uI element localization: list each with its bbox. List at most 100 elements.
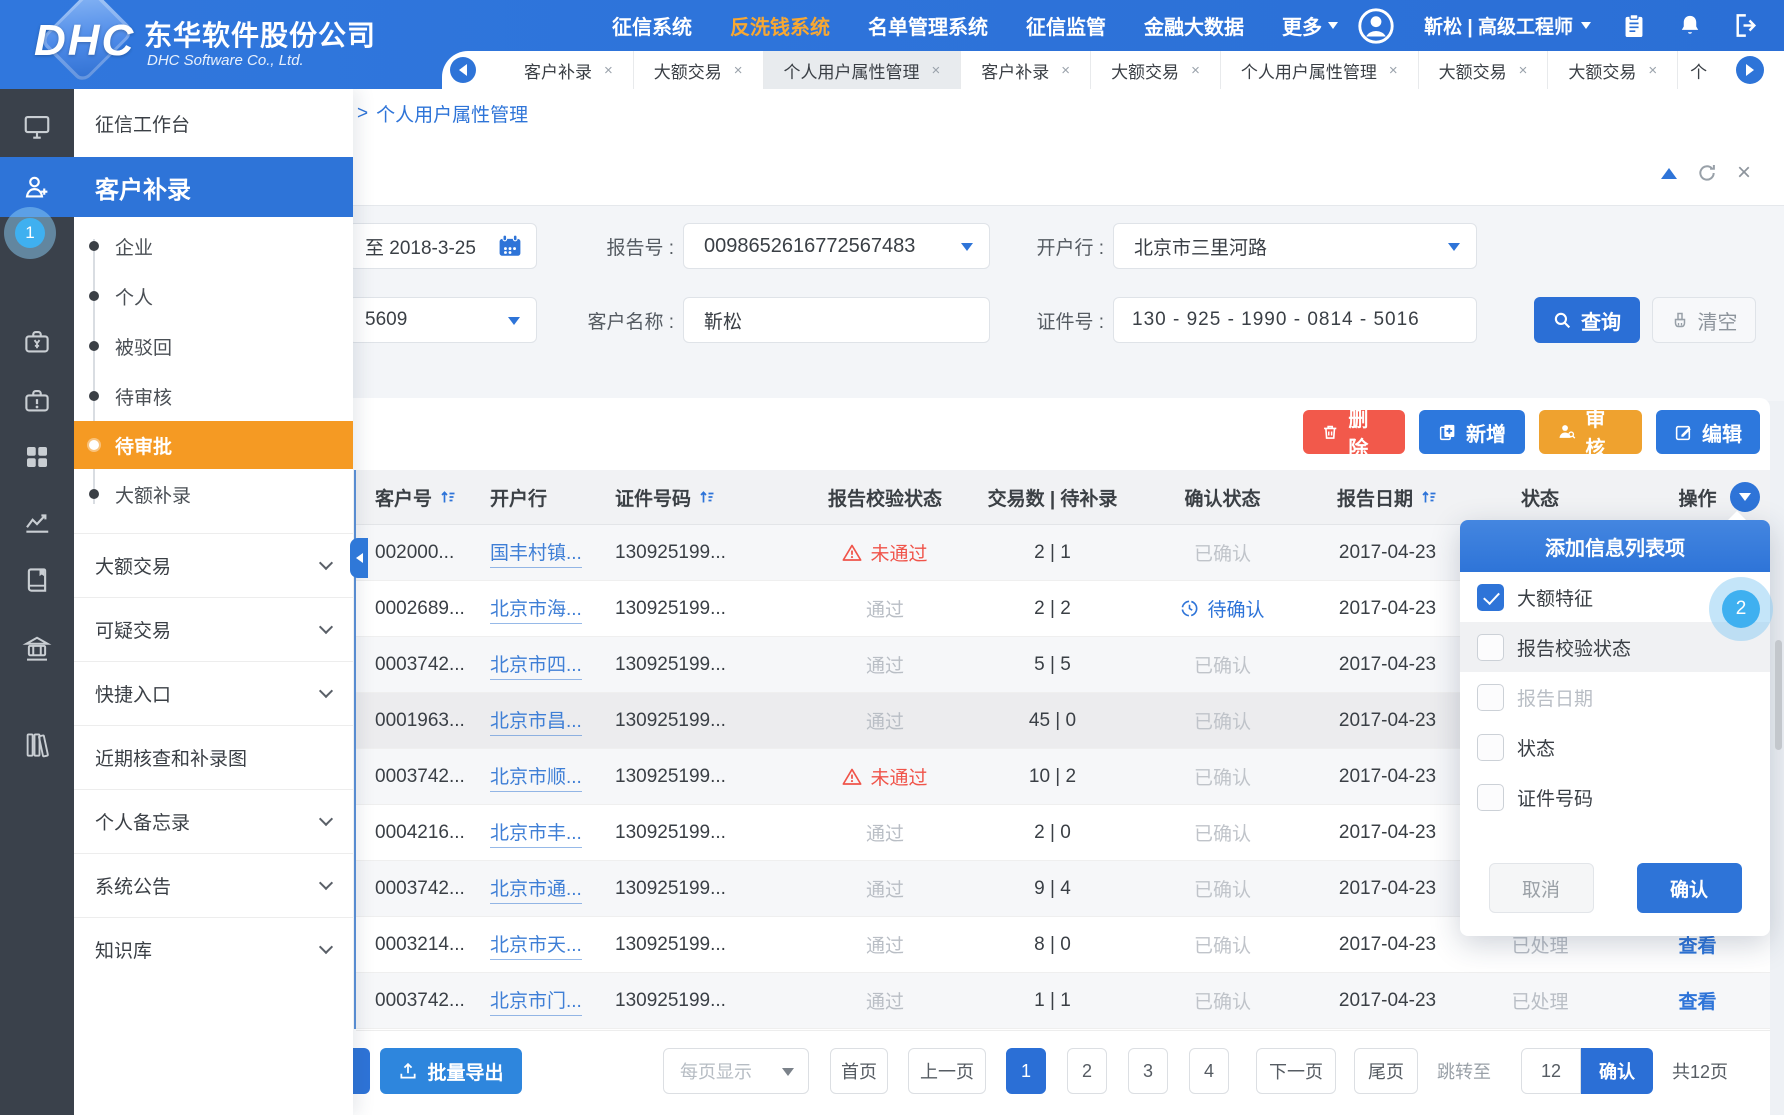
col-id-no[interactable]: 证件号码 bbox=[615, 484, 790, 511]
menu-item-workbench[interactable]: 征信工作台 bbox=[74, 89, 353, 157]
bank-link[interactable]: 北京市天... bbox=[490, 930, 582, 960]
refresh-icon[interactable] bbox=[1697, 163, 1717, 183]
col-status[interactable]: 状态 bbox=[1455, 484, 1625, 511]
menu-section[interactable]: 可疑交易 bbox=[74, 597, 353, 661]
menu-section[interactable]: 近期核查和补录图 bbox=[74, 725, 353, 789]
checkbox[interactable] bbox=[1477, 684, 1504, 711]
column-option[interactable]: 报告日期 bbox=[1460, 672, 1770, 722]
bank-link[interactable]: 国丰村镇... bbox=[490, 538, 582, 568]
close-icon[interactable]: × bbox=[1519, 62, 1528, 79]
col-bank[interactable]: 开户行 bbox=[490, 484, 615, 511]
query-button[interactable]: 查询 bbox=[1534, 297, 1640, 343]
column-option[interactable]: 状态 bbox=[1460, 722, 1770, 772]
books-icon[interactable] bbox=[22, 730, 52, 760]
bank-link[interactable]: 北京市海... bbox=[490, 594, 582, 624]
sort-icon[interactable] bbox=[1420, 488, 1438, 506]
document-tab[interactable]: 大额交易 × bbox=[634, 51, 764, 89]
close-icon[interactable]: × bbox=[932, 62, 941, 79]
view-link[interactable]: 查看 bbox=[1678, 987, 1716, 1014]
bank-link[interactable]: 北京市丰... bbox=[490, 818, 582, 848]
last-page-button[interactable]: 尾页 bbox=[1354, 1048, 1418, 1094]
checkbox[interactable] bbox=[1477, 634, 1504, 661]
close-icon[interactable]: × bbox=[604, 62, 613, 79]
col-customer-no[interactable]: 客户号 bbox=[356, 484, 490, 511]
user-menu[interactable]: 靳松 | 高级工程师 bbox=[1424, 12, 1591, 39]
sort-icon[interactable] bbox=[698, 488, 716, 506]
close-panel-icon[interactable]: × bbox=[1737, 163, 1751, 183]
collapse-panel-icon[interactable] bbox=[1661, 168, 1677, 179]
bank-link[interactable]: 北京市通... bbox=[490, 874, 582, 904]
tab-scroll-right-button[interactable] bbox=[1736, 56, 1764, 84]
person-add-icon[interactable] bbox=[22, 172, 52, 202]
document-tab[interactable]: 个人用户属性管理 × bbox=[764, 51, 962, 89]
bank-link[interactable]: 北京市门... bbox=[490, 986, 582, 1016]
bank-icon[interactable] bbox=[22, 634, 52, 664]
col-action[interactable]: 操作 bbox=[1625, 484, 1770, 511]
menu-sub-item[interactable]: 企业 bbox=[74, 221, 353, 271]
menu-section[interactable]: 大额交易 bbox=[74, 533, 353, 597]
add-button[interactable]: 新增 bbox=[1419, 410, 1525, 454]
close-icon[interactable]: × bbox=[1191, 62, 1200, 79]
menu-group-customer-supplement[interactable]: 客户补录 bbox=[74, 157, 353, 217]
page-number-button[interactable]: 4 bbox=[1189, 1048, 1229, 1094]
document-tab[interactable]: 大额交易 × bbox=[1548, 51, 1678, 89]
delete-button[interactable]: 删除 bbox=[1303, 410, 1405, 454]
bank-select[interactable]: 北京市三里河路 bbox=[1113, 223, 1477, 269]
jump-confirm-button[interactable]: 确认 bbox=[1581, 1048, 1653, 1094]
tab-scroll-left-button[interactable] bbox=[450, 57, 476, 83]
id-no-field[interactable]: 130 - 925 - 1990 - 0814 - 5016 bbox=[1113, 297, 1477, 343]
clear-button[interactable]: 清空 bbox=[1652, 297, 1756, 343]
next-page-button[interactable]: 下一页 bbox=[1256, 1048, 1336, 1094]
close-icon[interactable]: × bbox=[1389, 62, 1398, 79]
top-nav-item[interactable]: 征信监管 bbox=[1026, 11, 1106, 40]
col-check-status[interactable]: 报告校验状态 bbox=[790, 484, 980, 511]
bank-link[interactable]: 北京市昌... bbox=[490, 706, 582, 736]
batch-export-button[interactable]: 批量导出 bbox=[380, 1048, 522, 1094]
document-tab[interactable]: 个人用户属性管理 × bbox=[1221, 51, 1419, 89]
column-option[interactable]: 证件号码 bbox=[1460, 772, 1770, 822]
scrollbar-thumb[interactable] bbox=[1775, 640, 1782, 750]
page-number-button[interactable]: 1 bbox=[1006, 1048, 1046, 1094]
document-tab[interactable]: 大额交易 × bbox=[1091, 51, 1221, 89]
document-tab[interactable]: 大额交易 × bbox=[1419, 51, 1549, 89]
document-tab[interactable]: 客户补录 × bbox=[504, 51, 634, 89]
page-number-button[interactable]: 2 bbox=[1067, 1048, 1107, 1094]
menu-sub-item[interactable]: 待审核 bbox=[74, 371, 353, 421]
prev-page-button[interactable]: 上一页 bbox=[908, 1048, 986, 1094]
checkbox[interactable] bbox=[1477, 734, 1504, 761]
menu-sub-item[interactable]: 大额补录 bbox=[74, 469, 353, 519]
column-settings-button[interactable] bbox=[1730, 482, 1760, 512]
logout-icon[interactable] bbox=[1733, 12, 1760, 39]
sort-icon[interactable] bbox=[439, 488, 457, 506]
audit-button[interactable]: 审核 bbox=[1539, 410, 1642, 454]
menu-sub-item[interactable]: 被驳回 bbox=[74, 321, 353, 371]
calendar-icon[interactable] bbox=[497, 233, 523, 259]
bank-link[interactable]: 北京市顺... bbox=[490, 762, 582, 792]
clipboard-icon[interactable] bbox=[1621, 13, 1647, 39]
menu-section[interactable]: 个人备忘录 bbox=[74, 789, 353, 853]
bell-icon[interactable] bbox=[1677, 13, 1703, 39]
table-row[interactable]: 0003742... 北京市门... 130925199... 通过 1 | 1… bbox=[356, 973, 1770, 1029]
top-nav-item[interactable]: 征信系统 bbox=[612, 11, 692, 40]
code-select[interactable]: 5609 bbox=[348, 297, 537, 343]
report-no-select[interactable]: 0098652616772567483 bbox=[683, 223, 990, 269]
edit-button[interactable]: 编辑 bbox=[1656, 410, 1760, 454]
page-number-button[interactable]: 3 bbox=[1128, 1048, 1168, 1094]
page-size-select[interactable]: 每页显示 bbox=[663, 1048, 809, 1094]
close-icon[interactable]: × bbox=[1061, 62, 1070, 79]
cancel-button[interactable]: 取消 bbox=[1489, 863, 1594, 913]
checkbox[interactable] bbox=[1477, 584, 1504, 611]
document-tab[interactable]: 客户补录 × bbox=[961, 51, 1091, 89]
customer-name-field[interactable]: 靳松 bbox=[683, 297, 990, 343]
book-icon[interactable] bbox=[22, 565, 52, 595]
menu-section[interactable]: 系统公告 bbox=[74, 853, 353, 917]
close-icon[interactable]: × bbox=[734, 62, 743, 79]
menu-section[interactable]: 知识库 bbox=[74, 917, 353, 981]
jump-to-input[interactable] bbox=[1521, 1048, 1581, 1094]
confirm-button[interactable]: 确认 bbox=[1637, 863, 1742, 913]
document-tab[interactable]: 个 × bbox=[1678, 51, 1712, 89]
first-page-button[interactable]: 首页 bbox=[830, 1048, 888, 1094]
breadcrumb-current[interactable]: 个人用户属性管理 bbox=[376, 100, 528, 127]
date-to-field[interactable]: 至 2018-3-25 bbox=[348, 223, 537, 269]
monitor-icon[interactable] bbox=[22, 112, 52, 142]
